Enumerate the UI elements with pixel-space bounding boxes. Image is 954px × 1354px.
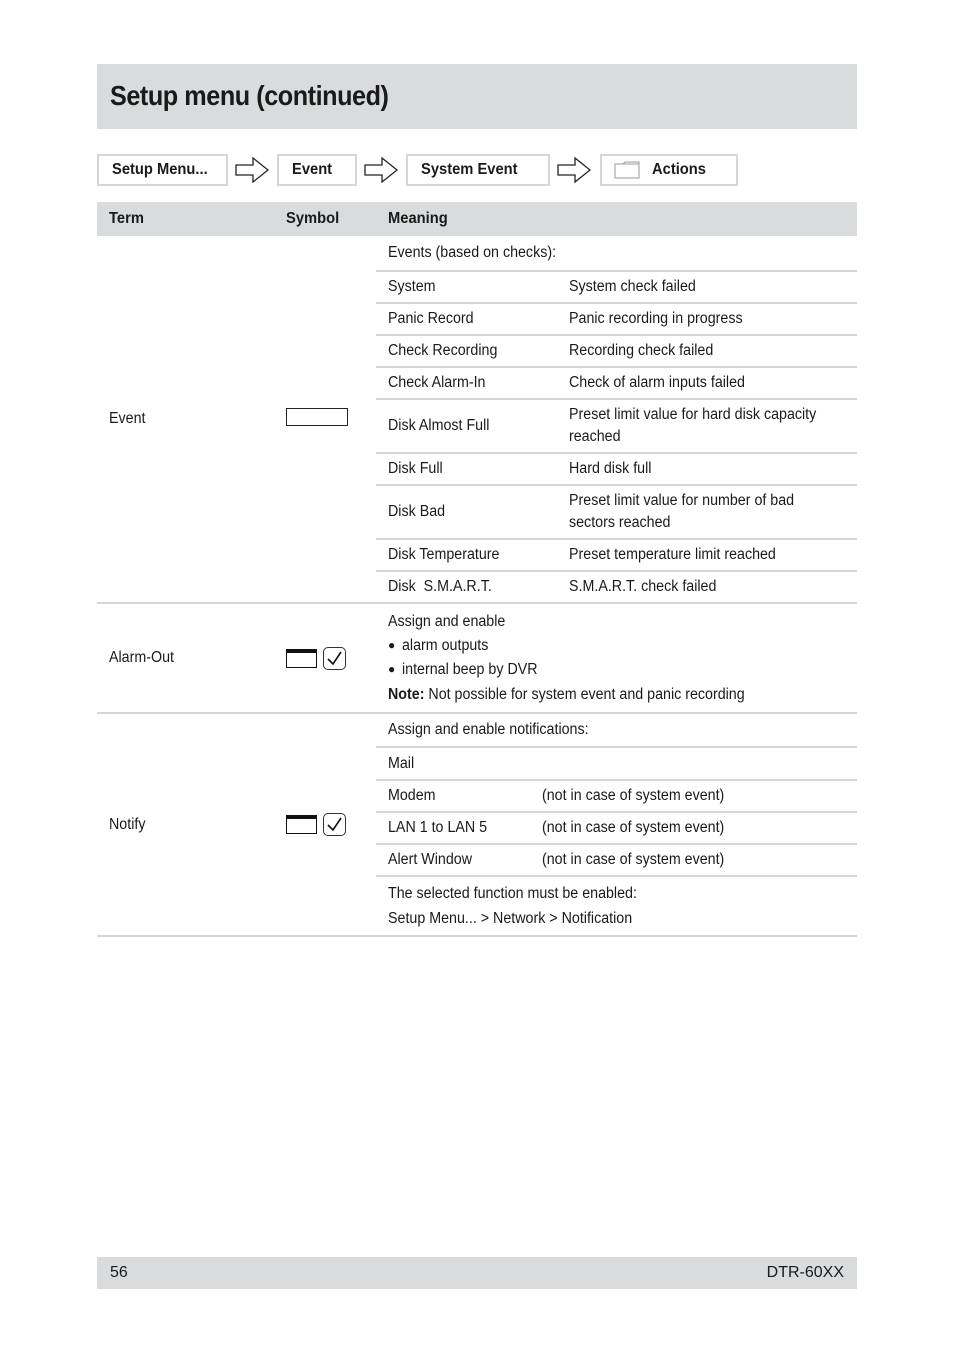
window-symbol-icon xyxy=(286,815,317,834)
header-term: Term xyxy=(97,202,264,236)
table-row-alarm-out: Alarm-Out Assign and enable alarm output… xyxy=(97,603,857,714)
meaning-cell: Events (based on checks): System System c… xyxy=(376,236,857,604)
page-number: 56 xyxy=(110,1264,128,1281)
meaning-intro: Assign and enable xyxy=(388,613,506,630)
header-symbol: Symbol xyxy=(264,202,376,236)
arrow-right-icon xyxy=(364,157,398,183)
bullet-item: alarm outputs xyxy=(388,634,857,659)
arrow-right-icon xyxy=(557,157,591,183)
checkbox-checked-icon xyxy=(323,813,346,836)
list-item: Disk Full Hard disk full xyxy=(376,452,857,485)
arrow-right-icon xyxy=(235,157,269,183)
model-name: DTR-60XX xyxy=(766,1264,844,1281)
list-item: Disk S.M.A.R.T. S.M.A.R.T. check failed xyxy=(376,570,857,602)
table-row-event: Event Events (based on checks): System Sy… xyxy=(97,236,857,604)
list-item: Check Recording Recording check failed xyxy=(376,334,857,367)
header-meaning: Meaning xyxy=(376,202,857,236)
list-item: Check Alarm-In Check of alarm inputs fail… xyxy=(376,366,857,399)
breadcrumb-event[interactable]: Event xyxy=(277,154,357,186)
table-header-row: Term Symbol Meaning xyxy=(97,202,857,236)
list-item: Panic Record Panic recording in progress xyxy=(376,302,857,335)
list-item: Alert Window (not in case of system event… xyxy=(376,843,857,876)
table-row-notify: Notify Assign and enable notifications: … xyxy=(97,713,857,937)
page-title: Setup menu (continued) xyxy=(110,80,389,111)
note: Note: Not possible for system event and … xyxy=(388,685,745,703)
bullet-item: internal beep by DVR xyxy=(388,658,857,683)
list-item: Disk Temperature Preset temperature limit… xyxy=(376,538,857,571)
list-item: System System check failed xyxy=(376,270,857,303)
breadcrumb-actions[interactable]: Actions xyxy=(600,154,738,186)
term-cell: Event xyxy=(97,236,264,604)
term-cell: Notify xyxy=(97,713,264,937)
list-item: Disk Bad Preset limit value for number of… xyxy=(376,484,857,539)
breadcrumb-label: Actions xyxy=(652,161,706,178)
meaning-intro: Assign and enable notifications: xyxy=(388,721,589,738)
breadcrumb-label: System Event xyxy=(421,161,518,178)
breadcrumb-label: Setup Menu... xyxy=(112,161,208,178)
page-title-bar: Setup menu (continued) xyxy=(97,64,857,129)
symbol-cell xyxy=(264,603,376,714)
page-footer: 56 DTR-60XX xyxy=(97,1257,857,1289)
folder-icon xyxy=(614,161,640,179)
notify-footer: The selected function must be enabled: S… xyxy=(376,875,857,935)
checkbox-checked-icon xyxy=(323,646,346,670)
symbol-cell xyxy=(264,236,376,604)
list-item: Mail xyxy=(376,746,857,780)
breadcrumb-setup-menu[interactable]: Setup Menu... xyxy=(97,154,228,186)
list-item: LAN 1 to LAN 5 (not in case of system eve… xyxy=(376,811,857,844)
term-cell: Alarm-Out xyxy=(97,603,264,714)
meaning-cell: Assign and enable alarm outputs internal… xyxy=(376,603,857,714)
breadcrumb-system-event[interactable]: System Event xyxy=(406,154,550,186)
list-item: Modem (not in case of system event) xyxy=(376,779,857,812)
list-item: Disk Almost Full Preset limit value for h… xyxy=(376,398,857,453)
meaning-cell: Assign and enable notifications: Mail Mo… xyxy=(376,713,857,937)
setup-table: Term Symbol Meaning Event Events (based … xyxy=(97,202,857,937)
symbol-cell xyxy=(264,713,376,937)
breadcrumb-label: Event xyxy=(292,161,333,178)
window-symbol-icon xyxy=(286,648,317,668)
input-field-symbol-icon xyxy=(286,407,348,426)
meaning-intro: Events (based on checks): xyxy=(388,244,557,261)
